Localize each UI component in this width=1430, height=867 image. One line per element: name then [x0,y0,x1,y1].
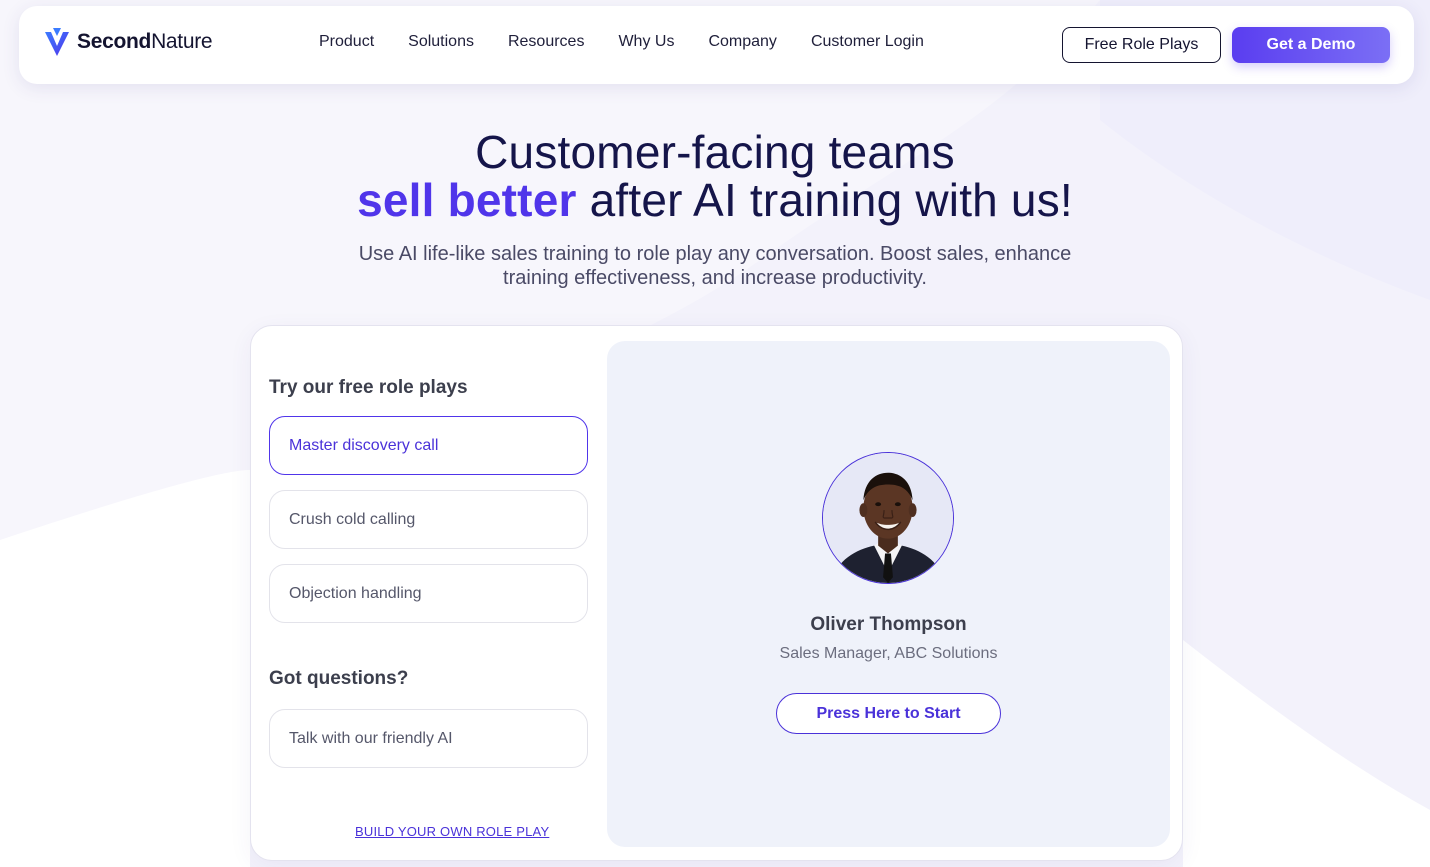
option-master-discovery-call[interactable]: Master discovery call [269,416,588,475]
role-play-card: Try our free role plays Master discovery… [250,325,1183,861]
hero-title-line1: Customer-facing teams [475,126,955,178]
brand-logo[interactable]: SecondNature [43,26,213,58]
nav-why-us[interactable]: Why Us [618,33,674,51]
nav-solutions[interactable]: Solutions [408,33,474,51]
secondnature-logo-icon [45,28,69,56]
top-navbar: SecondNature Product Solutions Resources… [19,6,1414,84]
build-own-role-play-link[interactable]: BUILD YOUR OWN ROLE PLAY [355,824,549,839]
option-objection-handling[interactable]: Objection handling [269,564,588,623]
hero-section: Customer-facing teams sell better after … [0,128,1430,290]
option-crush-cold-calling[interactable]: Crush cold calling [269,490,588,549]
persona-panel: Oliver Thompson Sales Manager, ABC Solut… [607,341,1170,847]
hero-subtitle: Use AI life-like sales training to role … [358,243,1072,289]
role-plays-title: Try our free role plays [269,377,468,398]
brand-name: SecondNature [77,30,213,53]
person-role: Sales Manager, ABC Solutions [779,645,998,662]
nav-company[interactable]: Company [708,33,776,51]
start-role-play-button[interactable]: Press Here to Start [776,693,1001,734]
nav-product[interactable]: Product [319,33,374,51]
get-demo-button[interactable]: Get a Demo [1232,27,1390,63]
hero-title-rest: after AI training with us! [576,174,1073,226]
nav-resources[interactable]: Resources [508,33,584,51]
main-nav: Product Solutions Resources Why Us Compa… [319,33,924,51]
hero-title-accent: sell better [357,174,577,226]
person-name: Oliver Thompson [810,614,967,635]
person-avatar [822,452,954,584]
nav-customer-login[interactable]: Customer Login [811,33,924,51]
questions-title: Got questions? [269,668,409,689]
role-play-options-panel: Try our free role plays Master discovery… [269,326,589,860]
free-role-plays-button[interactable]: Free Role Plays [1062,27,1221,63]
hero-title: Customer-facing teams sell better after … [0,128,1430,224]
talk-with-ai-button[interactable]: Talk with our friendly AI [269,709,588,768]
